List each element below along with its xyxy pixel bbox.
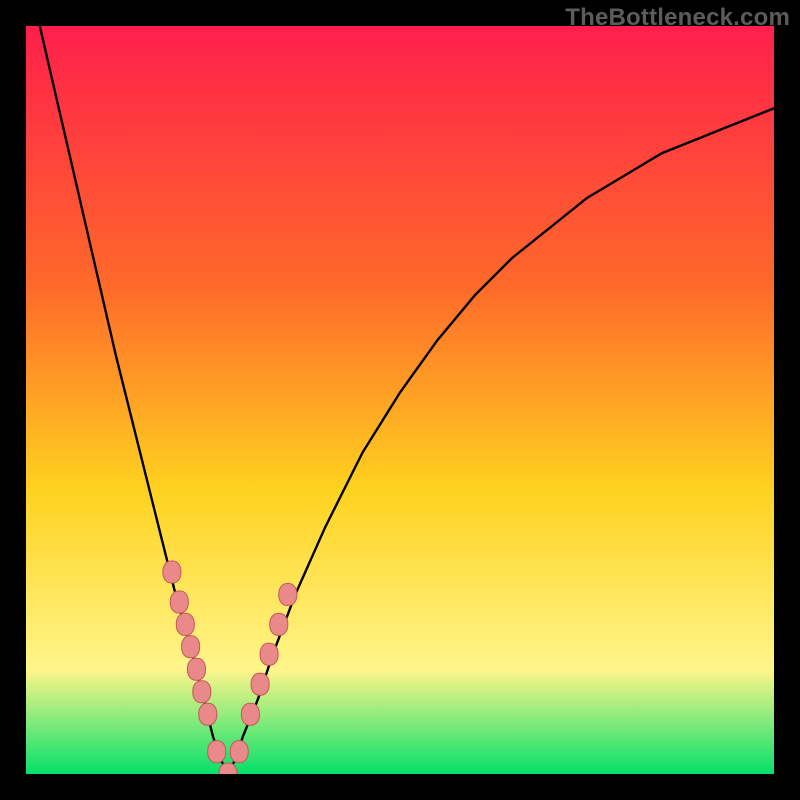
marker-point (193, 681, 211, 703)
watermark-text: TheBottleneck.com (565, 4, 790, 32)
marker-point (182, 636, 200, 658)
marker-point (251, 673, 269, 695)
marker-point (270, 613, 288, 635)
marker-point (279, 584, 297, 606)
plot-area (26, 26, 774, 774)
marker-point (260, 643, 278, 665)
marker-point (241, 703, 259, 725)
marker-point (230, 741, 248, 763)
marker-point (170, 591, 188, 613)
outer-frame: TheBottleneck.com (0, 0, 800, 800)
gradient-bg (26, 26, 774, 774)
marker-point (176, 613, 194, 635)
marker-point (199, 703, 217, 725)
plot-svg (26, 26, 774, 774)
marker-point (188, 658, 206, 680)
marker-point (208, 741, 226, 763)
marker-point (163, 561, 181, 583)
